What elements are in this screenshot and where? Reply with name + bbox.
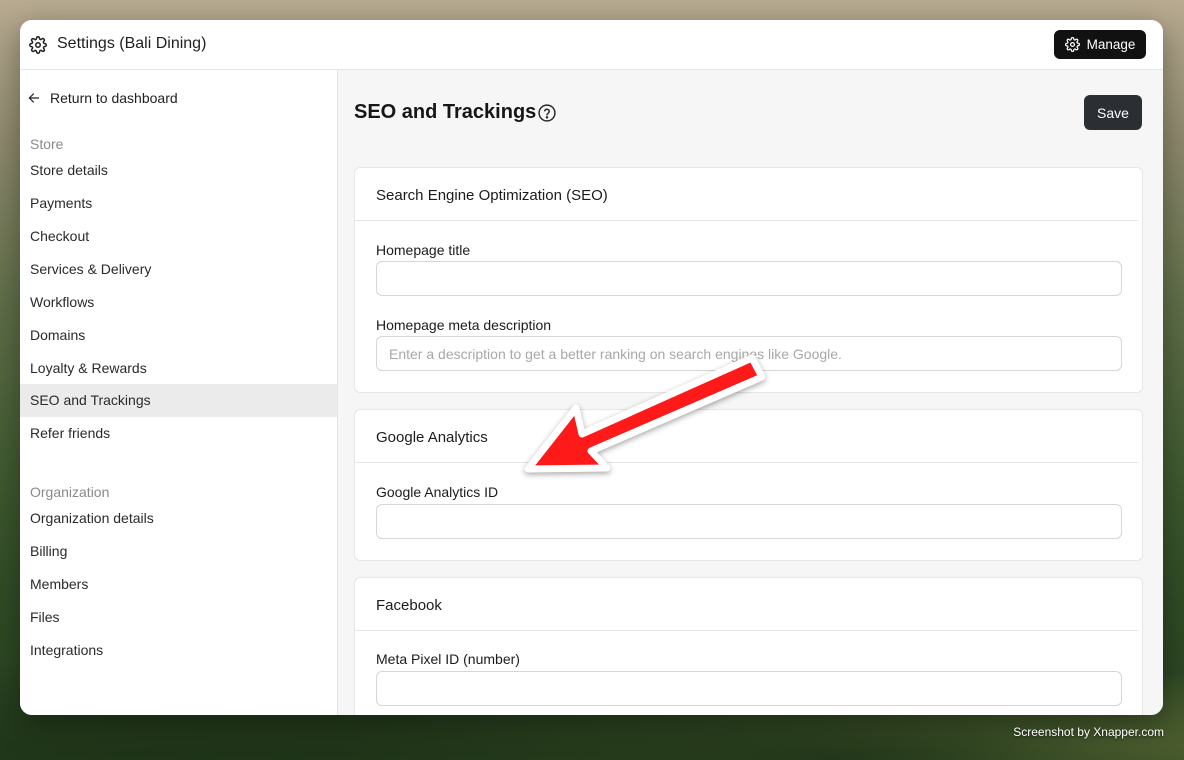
sidebar-item-workflows[interactable]: Workflows	[20, 286, 337, 319]
sidebar-item-billing[interactable]: Billing	[20, 535, 337, 568]
settings-window: Settings (Bali Dining) Manage Return to …	[20, 20, 1163, 715]
help-icon[interactable]	[537, 103, 557, 123]
sidebar-item-organization-details[interactable]: Organization details	[20, 502, 337, 535]
facebook-card-header: Facebook	[355, 578, 1138, 631]
sidebar-item-domains[interactable]: Domains	[20, 319, 337, 352]
google-analytics-card-header: Google Analytics	[355, 410, 1138, 463]
seo-card-header: Search Engine Optimization (SEO)	[355, 168, 1138, 221]
google-analytics-id-label: Google Analytics ID	[376, 484, 499, 500]
homepage-title-label: Homepage title	[376, 242, 471, 258]
sidebar-item-loyalty-rewards[interactable]: Loyalty & Rewards	[20, 352, 337, 385]
settings-sidebar: Return to dashboard Store Store details …	[20, 70, 338, 715]
sidebar-item-checkout[interactable]: Checkout	[20, 220, 337, 253]
homepage-title-input[interactable]	[376, 261, 1122, 296]
sidebar-item-store-details[interactable]: Store details	[20, 154, 337, 187]
meta-pixel-id-input[interactable]	[376, 671, 1122, 706]
main-content: SEO and Trackings Save Search Engine Opt…	[338, 70, 1163, 715]
sidebar-item-payments[interactable]: Payments	[20, 187, 337, 220]
arrow-left-icon	[28, 93, 40, 103]
facebook-card: Facebook Meta Pixel ID (number)	[354, 577, 1143, 715]
google-analytics-id-input[interactable]	[376, 504, 1122, 539]
homepage-meta-description-label: Homepage meta description	[376, 317, 552, 333]
sidebar-item-members[interactable]: Members	[20, 568, 337, 601]
return-label: Return to dashboard	[50, 90, 178, 106]
sidebar-item-integrations[interactable]: Integrations	[20, 634, 337, 667]
page-title: SEO and Trackings	[354, 101, 537, 123]
sidebar-item-seo-trackings[interactable]: SEO and Trackings	[20, 384, 337, 417]
manage-button[interactable]: Manage	[1054, 30, 1146, 59]
save-button[interactable]: Save	[1084, 95, 1142, 130]
gear-icon	[1064, 37, 1080, 52]
title-bar: Settings (Bali Dining) Manage	[20, 20, 1163, 70]
window-title: Settings (Bali Dining)	[57, 35, 207, 52]
seo-card: Search Engine Optimization (SEO) Homepag…	[354, 167, 1143, 393]
section-label-organization: Organization	[30, 484, 110, 500]
meta-pixel-id-label: Meta Pixel ID (number)	[376, 651, 520, 667]
google-analytics-card: Google Analytics Google Analytics ID	[354, 409, 1143, 561]
sidebar-item-refer-friends[interactable]: Refer friends	[20, 417, 337, 450]
watermark-text: Screenshot by Xnapper.com	[1013, 725, 1164, 739]
homepage-meta-description-input[interactable]	[376, 336, 1122, 371]
sidebar-item-services-delivery[interactable]: Services & Delivery	[20, 253, 337, 286]
return-to-dashboard-link[interactable]: Return to dashboard	[27, 90, 178, 106]
section-label-store: Store	[30, 136, 64, 152]
sidebar-item-files[interactable]: Files	[20, 601, 337, 634]
gear-icon	[29, 36, 47, 54]
manage-label: Manage	[1086, 37, 1136, 52]
